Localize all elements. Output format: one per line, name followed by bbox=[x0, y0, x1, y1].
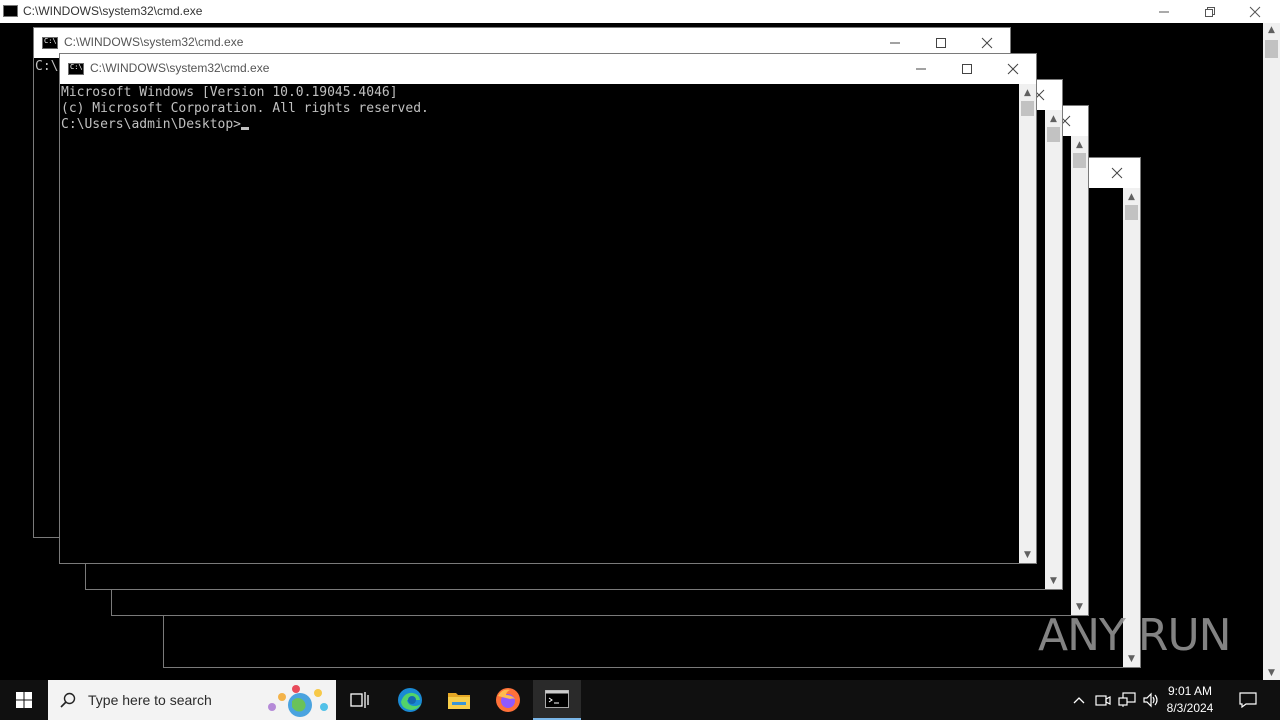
maximize-button[interactable] bbox=[944, 54, 990, 84]
scroll-thumb[interactable] bbox=[1021, 101, 1034, 116]
action-center-button[interactable] bbox=[1232, 680, 1264, 720]
vertical-scrollbar[interactable]: ▲ ▼ bbox=[1019, 84, 1036, 563]
show-hidden-icons-button[interactable] bbox=[1068, 680, 1090, 720]
scroll-thumb[interactable] bbox=[1125, 205, 1138, 220]
chevron-up-icon bbox=[1073, 697, 1085, 704]
bg-scrollbar[interactable]: ▲ ▼ bbox=[1263, 23, 1280, 680]
meet-now-button[interactable] bbox=[1093, 680, 1113, 720]
text-cursor bbox=[241, 127, 250, 130]
network-button[interactable] bbox=[1116, 680, 1138, 720]
cmd-icon bbox=[3, 5, 18, 17]
prompt-line[interactable]: C:\Users\admin\Desktop> bbox=[61, 117, 1019, 133]
vertical-scrollbar[interactable]: ▲ ▼ bbox=[1045, 110, 1062, 589]
scroll-down-arrow[interactable]: ▼ bbox=[1263, 668, 1280, 678]
cmd-icon bbox=[68, 63, 84, 75]
file-explorer-button[interactable] bbox=[435, 680, 483, 720]
scroll-up-arrow[interactable]: ▲ bbox=[1123, 188, 1140, 205]
task-view-button[interactable] bbox=[336, 680, 384, 720]
task-view-icon bbox=[350, 692, 369, 708]
minimize-button[interactable] bbox=[898, 54, 944, 84]
scroll-up-arrow[interactable]: ▲ bbox=[1045, 110, 1062, 127]
firefox-icon bbox=[496, 688, 520, 712]
scroll-up-arrow[interactable]: ▲ bbox=[1263, 25, 1280, 35]
taskbar-clock[interactable]: 9:01 AM 8/3/2024 bbox=[1150, 683, 1230, 717]
scroll-down-arrow[interactable]: ▼ bbox=[1019, 546, 1036, 563]
close-button[interactable] bbox=[990, 54, 1036, 84]
search-box[interactable]: Type here to search bbox=[48, 680, 336, 720]
search-icon bbox=[60, 692, 76, 708]
window-title: C:\WINDOWS\system32\cmd.exe bbox=[64, 35, 244, 49]
clock-date: 8/3/2024 bbox=[1166, 701, 1214, 715]
notification-icon bbox=[1239, 692, 1257, 708]
camera-icon bbox=[1095, 695, 1111, 706]
network-icon bbox=[1118, 692, 1136, 707]
anyrun-watermark: ANY RUN bbox=[1038, 610, 1232, 661]
restore-button[interactable] bbox=[1187, 0, 1233, 23]
titlebar[interactable]: C:\WINDOWS\system32\cmd.exe bbox=[60, 54, 1036, 84]
edge-button[interactable] bbox=[386, 680, 434, 720]
vertical-scrollbar[interactable]: ▲ ▼ bbox=[1123, 188, 1140, 667]
console-output[interactable]: Microsoft Windows [Version 10.0.19045.40… bbox=[60, 84, 1019, 563]
vertical-scrollbar[interactable]: ▲ ▼ bbox=[1071, 136, 1088, 615]
start-button[interactable] bbox=[0, 680, 48, 720]
bg-window-title: C:\WINDOWS\system32\cmd.exe bbox=[23, 4, 203, 18]
prompt-text: C:\Users\admin\Desktop> bbox=[61, 117, 242, 132]
console-line: Microsoft Windows [Version 10.0.19045.40… bbox=[61, 85, 398, 100]
clock-time: 9:01 AM bbox=[1167, 684, 1213, 698]
close-button[interactable] bbox=[1232, 0, 1278, 23]
scroll-up-arrow[interactable]: ▲ bbox=[1071, 136, 1088, 153]
window-title: C:\WINDOWS\system32\cmd.exe bbox=[90, 61, 270, 75]
scroll-thumb[interactable] bbox=[1047, 127, 1060, 142]
close-button[interactable] bbox=[1094, 158, 1140, 188]
console-line: (c) Microsoft Corporation. All rights re… bbox=[61, 101, 429, 116]
minimize-button[interactable] bbox=[1141, 0, 1187, 23]
console-line: C:\ bbox=[35, 59, 59, 74]
taskbar: Type here to search 9:01 AM 8/3/2024 bbox=[0, 680, 1280, 720]
cmd-icon bbox=[545, 690, 569, 708]
file-explorer-icon bbox=[448, 693, 470, 709]
search-placeholder: Type here to search bbox=[88, 692, 212, 708]
cmd-icon bbox=[42, 37, 58, 49]
search-highlight-icon bbox=[268, 685, 328, 717]
firefox-button[interactable] bbox=[484, 680, 532, 720]
windows-start-icon bbox=[16, 692, 32, 708]
scroll-thumb[interactable] bbox=[1265, 40, 1278, 58]
scroll-down-arrow[interactable]: ▼ bbox=[1045, 572, 1062, 589]
cmd-window-active[interactable]: C:\WINDOWS\system32\cmd.exe Microsoft Wi… bbox=[59, 53, 1037, 564]
scroll-up-arrow[interactable]: ▲ bbox=[1019, 84, 1036, 101]
bg-titlebar[interactable]: C:\WINDOWS\system32\cmd.exe bbox=[0, 0, 1280, 23]
edge-icon bbox=[398, 688, 422, 712]
scroll-thumb[interactable] bbox=[1073, 153, 1086, 168]
cmd-taskbar-button[interactable] bbox=[533, 680, 581, 720]
